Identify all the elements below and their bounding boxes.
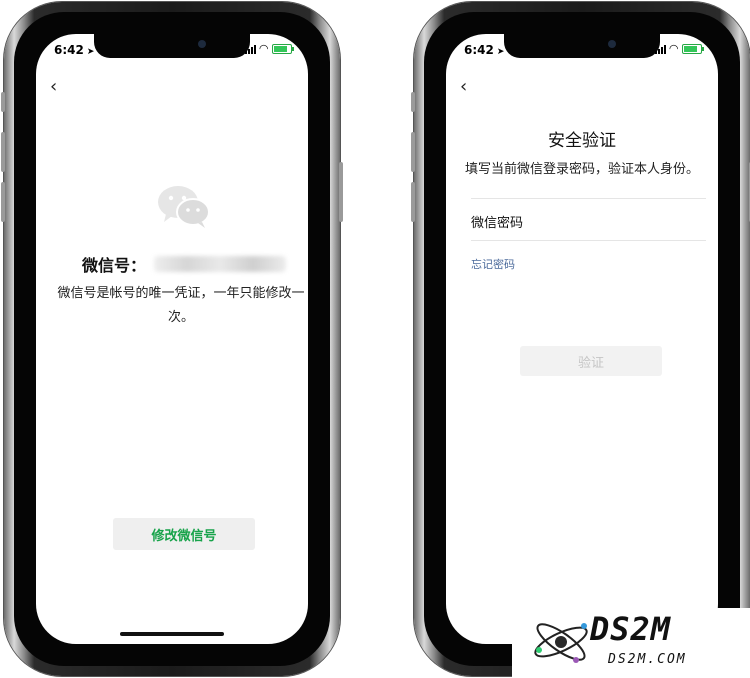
signal-icon	[654, 44, 666, 54]
volume-up-button	[411, 132, 415, 172]
back-button[interactable]: ‹	[460, 78, 467, 96]
page-title: 安全验证	[548, 131, 616, 151]
wifi-icon: ◠	[259, 42, 268, 55]
status-time: 6:42 ➤	[464, 43, 505, 57]
power-button	[339, 162, 343, 222]
divider	[471, 198, 706, 199]
watermark: DS2M DS2M.COM	[512, 608, 750, 678]
modify-wechat-id-button[interactable]: 修改微信号	[113, 518, 255, 550]
status-bar: 6:42 ➤ ◠	[36, 42, 308, 60]
battery-icon	[682, 44, 704, 54]
wechat-id-description: 微信号是帐号的唯一凭证，一年只能修改一次。	[57, 286, 305, 325]
phone-right: 6:42 ➤ ◠ ‹ 安全验证 填写当前微信登录密码，验证本人身份。 微信密码 忘…	[411, 2, 750, 676]
page-description: 填写当前微信登录密码，验证本人身份。	[464, 162, 699, 177]
signal-icon	[244, 44, 256, 54]
volume-up-button	[1, 132, 5, 172]
status-bar: 6:42 ➤ ◠	[446, 42, 718, 60]
mute-switch	[411, 92, 415, 112]
watermark-brand: DS2M	[590, 610, 672, 648]
wechat-logo-icon	[158, 186, 210, 228]
wechat-id-value-blurred	[154, 256, 286, 272]
volume-down-button	[411, 182, 415, 222]
wifi-icon: ◠	[669, 42, 678, 55]
phone-bezel: 6:42 ➤ ◠ ‹ 微信号： 微信号是帐号的唯一凭证，一年只能修改一次。 修改…	[14, 12, 330, 666]
watermark-domain: DS2M.COM	[608, 652, 687, 667]
wechat-id-label: 微信号：	[82, 256, 147, 275]
location-arrow-icon: ➤	[86, 47, 95, 57]
forgot-password-link[interactable]: 忘记密码	[471, 256, 515, 272]
password-field[interactable]: 微信密码	[471, 212, 523, 231]
atom-logo-icon	[534, 623, 588, 663]
mute-switch	[1, 92, 5, 112]
volume-down-button	[1, 182, 5, 222]
phone-bezel: 6:42 ➤ ◠ ‹ 安全验证 填写当前微信登录密码，验证本人身份。 微信密码 忘…	[424, 12, 740, 666]
battery-icon	[272, 44, 294, 54]
status-time: 6:42 ➤	[54, 43, 95, 57]
back-button[interactable]: ‹	[50, 78, 57, 96]
phone-left: 6:42 ➤ ◠ ‹ 微信号： 微信号是帐号的唯一凭证，一年只能修改一次。 修改…	[1, 2, 343, 676]
screen-security-verification: 6:42 ➤ ◠ ‹ 安全验证 填写当前微信登录密码，验证本人身份。 微信密码 忘…	[446, 34, 718, 644]
location-arrow-icon: ➤	[496, 47, 505, 57]
divider	[471, 240, 706, 241]
home-indicator[interactable]	[120, 632, 224, 636]
verify-button[interactable]: 验证	[520, 346, 662, 376]
screen-wechat-id: 6:42 ➤ ◠ ‹ 微信号： 微信号是帐号的唯一凭证，一年只能修改一次。 修改…	[36, 34, 308, 644]
